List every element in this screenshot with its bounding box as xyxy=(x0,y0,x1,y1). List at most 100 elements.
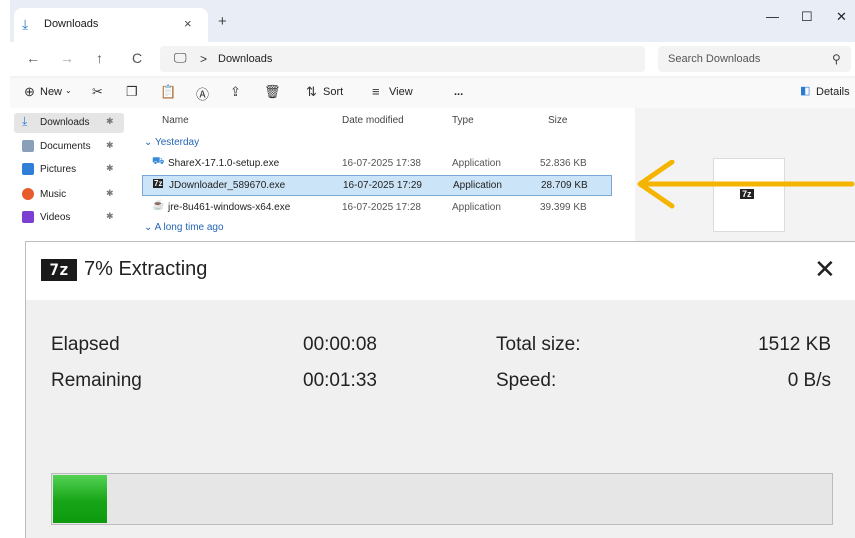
pictures-icon xyxy=(22,163,34,175)
new-button[interactable]: New xyxy=(40,86,62,98)
search-input[interactable]: Search Downloads ⚲ xyxy=(658,46,851,72)
group-label: A long time ago xyxy=(154,222,224,233)
file-date: 16-07-2025 17:29 xyxy=(343,180,422,191)
pin-icon: ✱ xyxy=(106,116,114,126)
file-name: JDownloader_589670.exe xyxy=(169,180,286,191)
file-size: 52.836 KB xyxy=(540,158,587,169)
sidebar-item-label: Documents xyxy=(40,141,91,152)
sidebar-item-downloads[interactable]: ⤓ Downloads ✱ xyxy=(14,113,124,133)
file-size: 39.399 KB xyxy=(540,202,587,213)
view-button[interactable]: View xyxy=(389,86,413,98)
column-header-date[interactable]: Date modified xyxy=(342,115,404,126)
documents-icon xyxy=(22,140,34,152)
dialog-title: 7% Extracting xyxy=(84,258,208,280)
7zip-extracting-dialog: 7z 7% Extracting ✕ Elapsed 00:00:08 Tota… xyxy=(25,241,855,538)
sort-button[interactable]: Sort xyxy=(323,86,343,98)
file-type: Application xyxy=(452,202,501,213)
sidebar-item-music[interactable]: Music ✱ xyxy=(14,185,124,205)
up-button[interactable]: ↑ xyxy=(96,50,103,66)
extraction-progress-bar xyxy=(51,473,833,525)
videos-icon xyxy=(22,211,34,223)
forward-button[interactable]: → xyxy=(60,50,74,66)
new-chevron-icon: ⌄ xyxy=(65,86,72,95)
view-icon: ≡ xyxy=(372,84,380,99)
file-name: jre-8u461-windows-x64.exe xyxy=(168,202,291,213)
java-installer-icon: ☕ xyxy=(152,200,165,211)
elapsed-value: 00:00:08 xyxy=(303,334,377,355)
sort-icon: ⇅ xyxy=(306,84,317,99)
new-plus-icon: ⊕ xyxy=(24,84,35,99)
column-header-name[interactable]: Name xyxy=(162,115,189,126)
speed-value: 0 B/s xyxy=(787,370,831,391)
table-row[interactable]: ☕ jre-8u461-windows-x64.exe 16-07-2025 1… xyxy=(142,198,610,217)
table-row-selected[interactable]: 7z JDownloader_589670.exe 16-07-2025 17:… xyxy=(142,175,612,196)
tab-bar: ⤓ Downloads × + — ☐ ✕ xyxy=(10,0,855,42)
sidebar-item-label: Videos xyxy=(40,212,71,223)
address-toolbar: ← → ↑ C 🖵 > Downloads Search Downloads ⚲ xyxy=(10,42,855,76)
breadcrumb-separator: > xyxy=(200,52,208,66)
sidebar-item-label: Pictures xyxy=(40,164,77,175)
group-label: Yesterday xyxy=(154,137,200,148)
7zip-logo-icon: 7z xyxy=(41,259,77,281)
file-date: 16-07-2025 17:28 xyxy=(342,202,421,213)
pin-icon: ✱ xyxy=(106,188,114,198)
file-size: 28.709 KB xyxy=(541,180,588,191)
delete-icon[interactable]: 🗑 xyxy=(264,84,281,100)
cut-icon[interactable]: ✂ xyxy=(92,84,103,100)
tab-title: Downloads xyxy=(44,18,99,30)
sidebar-item-documents[interactable]: Documents ✱ xyxy=(14,137,124,157)
details-button[interactable]: Details xyxy=(816,86,850,98)
search-icon: ⚲ xyxy=(832,52,841,66)
pin-icon: ✱ xyxy=(106,211,114,221)
file-type: Application xyxy=(452,158,501,169)
sidebar-item-label: Music xyxy=(40,189,67,200)
close-button[interactable]: ✕ xyxy=(836,9,847,25)
7zip-sfx-icon: 7z xyxy=(153,179,164,188)
remaining-label: Remaining xyxy=(51,370,142,391)
sidebar-item-label: Downloads xyxy=(40,117,90,128)
maximize-button[interactable]: ☐ xyxy=(801,9,813,25)
share-icon[interactable]: ⇪ xyxy=(230,84,241,100)
speed-label: Speed: xyxy=(496,370,557,391)
copy-icon[interactable]: ❐ xyxy=(126,84,138,100)
setup-file-icon: ⛟ xyxy=(152,156,165,167)
command-bar: ⊕ New ⌄ ✂ ❐ 📋 Ⓐ ⇪ 🗑 ⇅ Sort ≡ View ... ◧ … xyxy=(10,78,855,109)
dialog-titlebar: 7z 7% Extracting ✕ xyxy=(26,242,855,300)
tab-downloads[interactable]: ⤓ Downloads × xyxy=(14,8,208,42)
tab-close-icon[interactable]: × xyxy=(184,16,192,31)
music-icon xyxy=(22,188,34,200)
table-row[interactable]: ⛟ ShareX-17.1.0-setup.exe 16-07-2025 17:… xyxy=(142,154,610,173)
refresh-button[interactable]: C xyxy=(132,50,142,66)
progress-fill xyxy=(53,475,107,523)
more-options-button[interactable]: ... xyxy=(454,86,463,98)
column-header-size[interactable]: Size xyxy=(548,115,567,126)
dialog-close-button[interactable]: ✕ xyxy=(814,254,836,285)
elapsed-label: Elapsed xyxy=(51,334,120,355)
back-button[interactable]: ← xyxy=(26,50,40,66)
address-bar[interactable]: 🖵 > Downloads xyxy=(160,46,645,72)
download-icon: ⤓ xyxy=(22,114,28,128)
paste-icon[interactable]: 📋 xyxy=(160,84,176,100)
breadcrumb-downloads[interactable]: Downloads xyxy=(218,53,272,65)
computer-icon: 🖵 xyxy=(174,50,187,65)
rename-icon[interactable]: Ⓐ xyxy=(196,84,209,103)
column-header-type[interactable]: Type xyxy=(452,115,474,126)
pin-icon: ✱ xyxy=(106,140,114,150)
details-pane-icon: ◧ xyxy=(800,85,811,97)
file-date: 16-07-2025 17:38 xyxy=(342,158,421,169)
group-header-yesterday[interactable]: ⌄ Yesterday xyxy=(144,137,199,148)
file-type: Application xyxy=(453,180,502,191)
remaining-value: 00:01:33 xyxy=(303,370,377,391)
minimize-button[interactable]: — xyxy=(766,9,779,24)
new-tab-button[interactable]: + xyxy=(218,13,227,30)
pin-icon: ✱ xyxy=(106,163,114,173)
group-header-long-ago[interactable]: ⌄ A long time ago xyxy=(144,222,224,233)
total-size-value: 1512 KB xyxy=(758,334,831,355)
total-size-label: Total size: xyxy=(496,334,581,355)
annotation-arrow-icon xyxy=(637,160,855,209)
search-placeholder: Search Downloads xyxy=(668,53,761,65)
file-name: ShareX-17.1.0-setup.exe xyxy=(168,158,280,169)
sidebar-item-videos[interactable]: Videos ✱ xyxy=(14,208,124,228)
sidebar-item-pictures[interactable]: Pictures ✱ xyxy=(14,160,124,180)
download-icon: ⤓ xyxy=(22,16,29,32)
